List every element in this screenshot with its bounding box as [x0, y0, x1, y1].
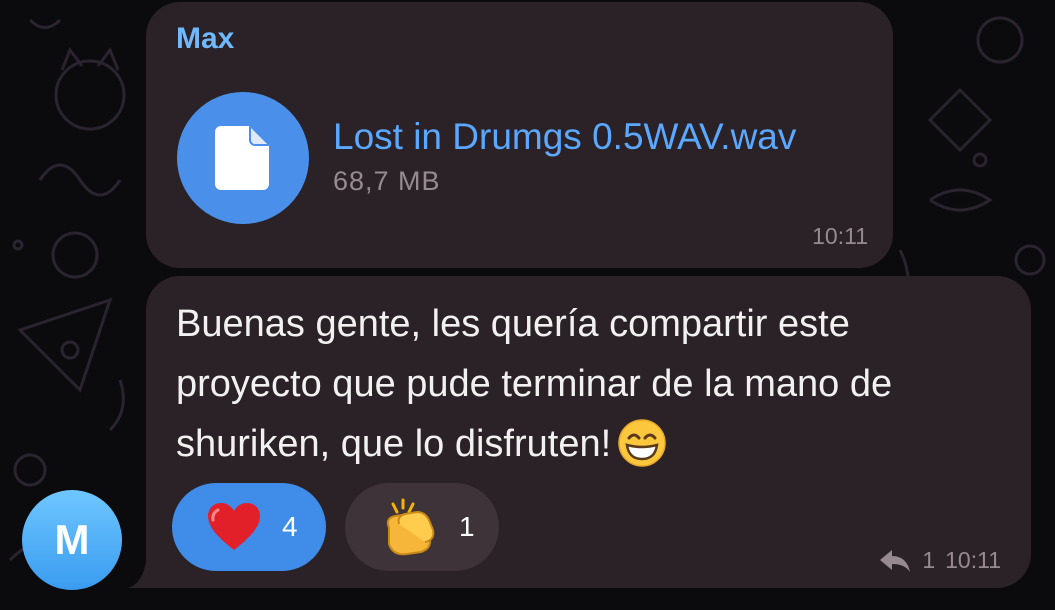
file-message-bubble[interactable]: Max Lost in Drumgs 0.5WAV.wav 68,7 MB 10…: [146, 2, 893, 268]
sender-name[interactable]: Max: [176, 22, 234, 56]
file-download-button[interactable]: [177, 92, 309, 224]
message-time: 10:11: [812, 223, 868, 249]
bubble-tail: [128, 548, 156, 588]
text-message-bubble[interactable]: Buenas gente, les quería compartir este …: [146, 276, 1031, 588]
message-body: Buenas gente, les quería compartir este …: [176, 303, 893, 465]
message-text: Buenas gente, les quería compartir este …: [176, 294, 1006, 486]
reply-arrow-icon[interactable]: [878, 548, 912, 574]
file-size: 68,7 MB: [333, 166, 441, 196]
clapping-hands-icon: [386, 498, 435, 556]
file-name-link[interactable]: Lost in Drumgs 0.5WAV.wav: [333, 116, 796, 158]
message-time: 10:11: [945, 547, 1001, 573]
reaction-heart-button[interactable]: 4: [172, 483, 326, 571]
reaction-clap-count: 1: [459, 511, 475, 542]
reaction-heart-count: 4: [282, 511, 298, 542]
sender-avatar[interactable]: M: [22, 490, 122, 590]
grinning-face-emoji-icon: [617, 418, 667, 486]
document-icon: [215, 126, 269, 190]
reaction-clap-button[interactable]: 1: [345, 483, 499, 571]
reply-count[interactable]: 1: [922, 547, 935, 574]
message-meta: 1 10:11: [878, 547, 1001, 574]
red-heart-icon: [208, 503, 260, 550]
